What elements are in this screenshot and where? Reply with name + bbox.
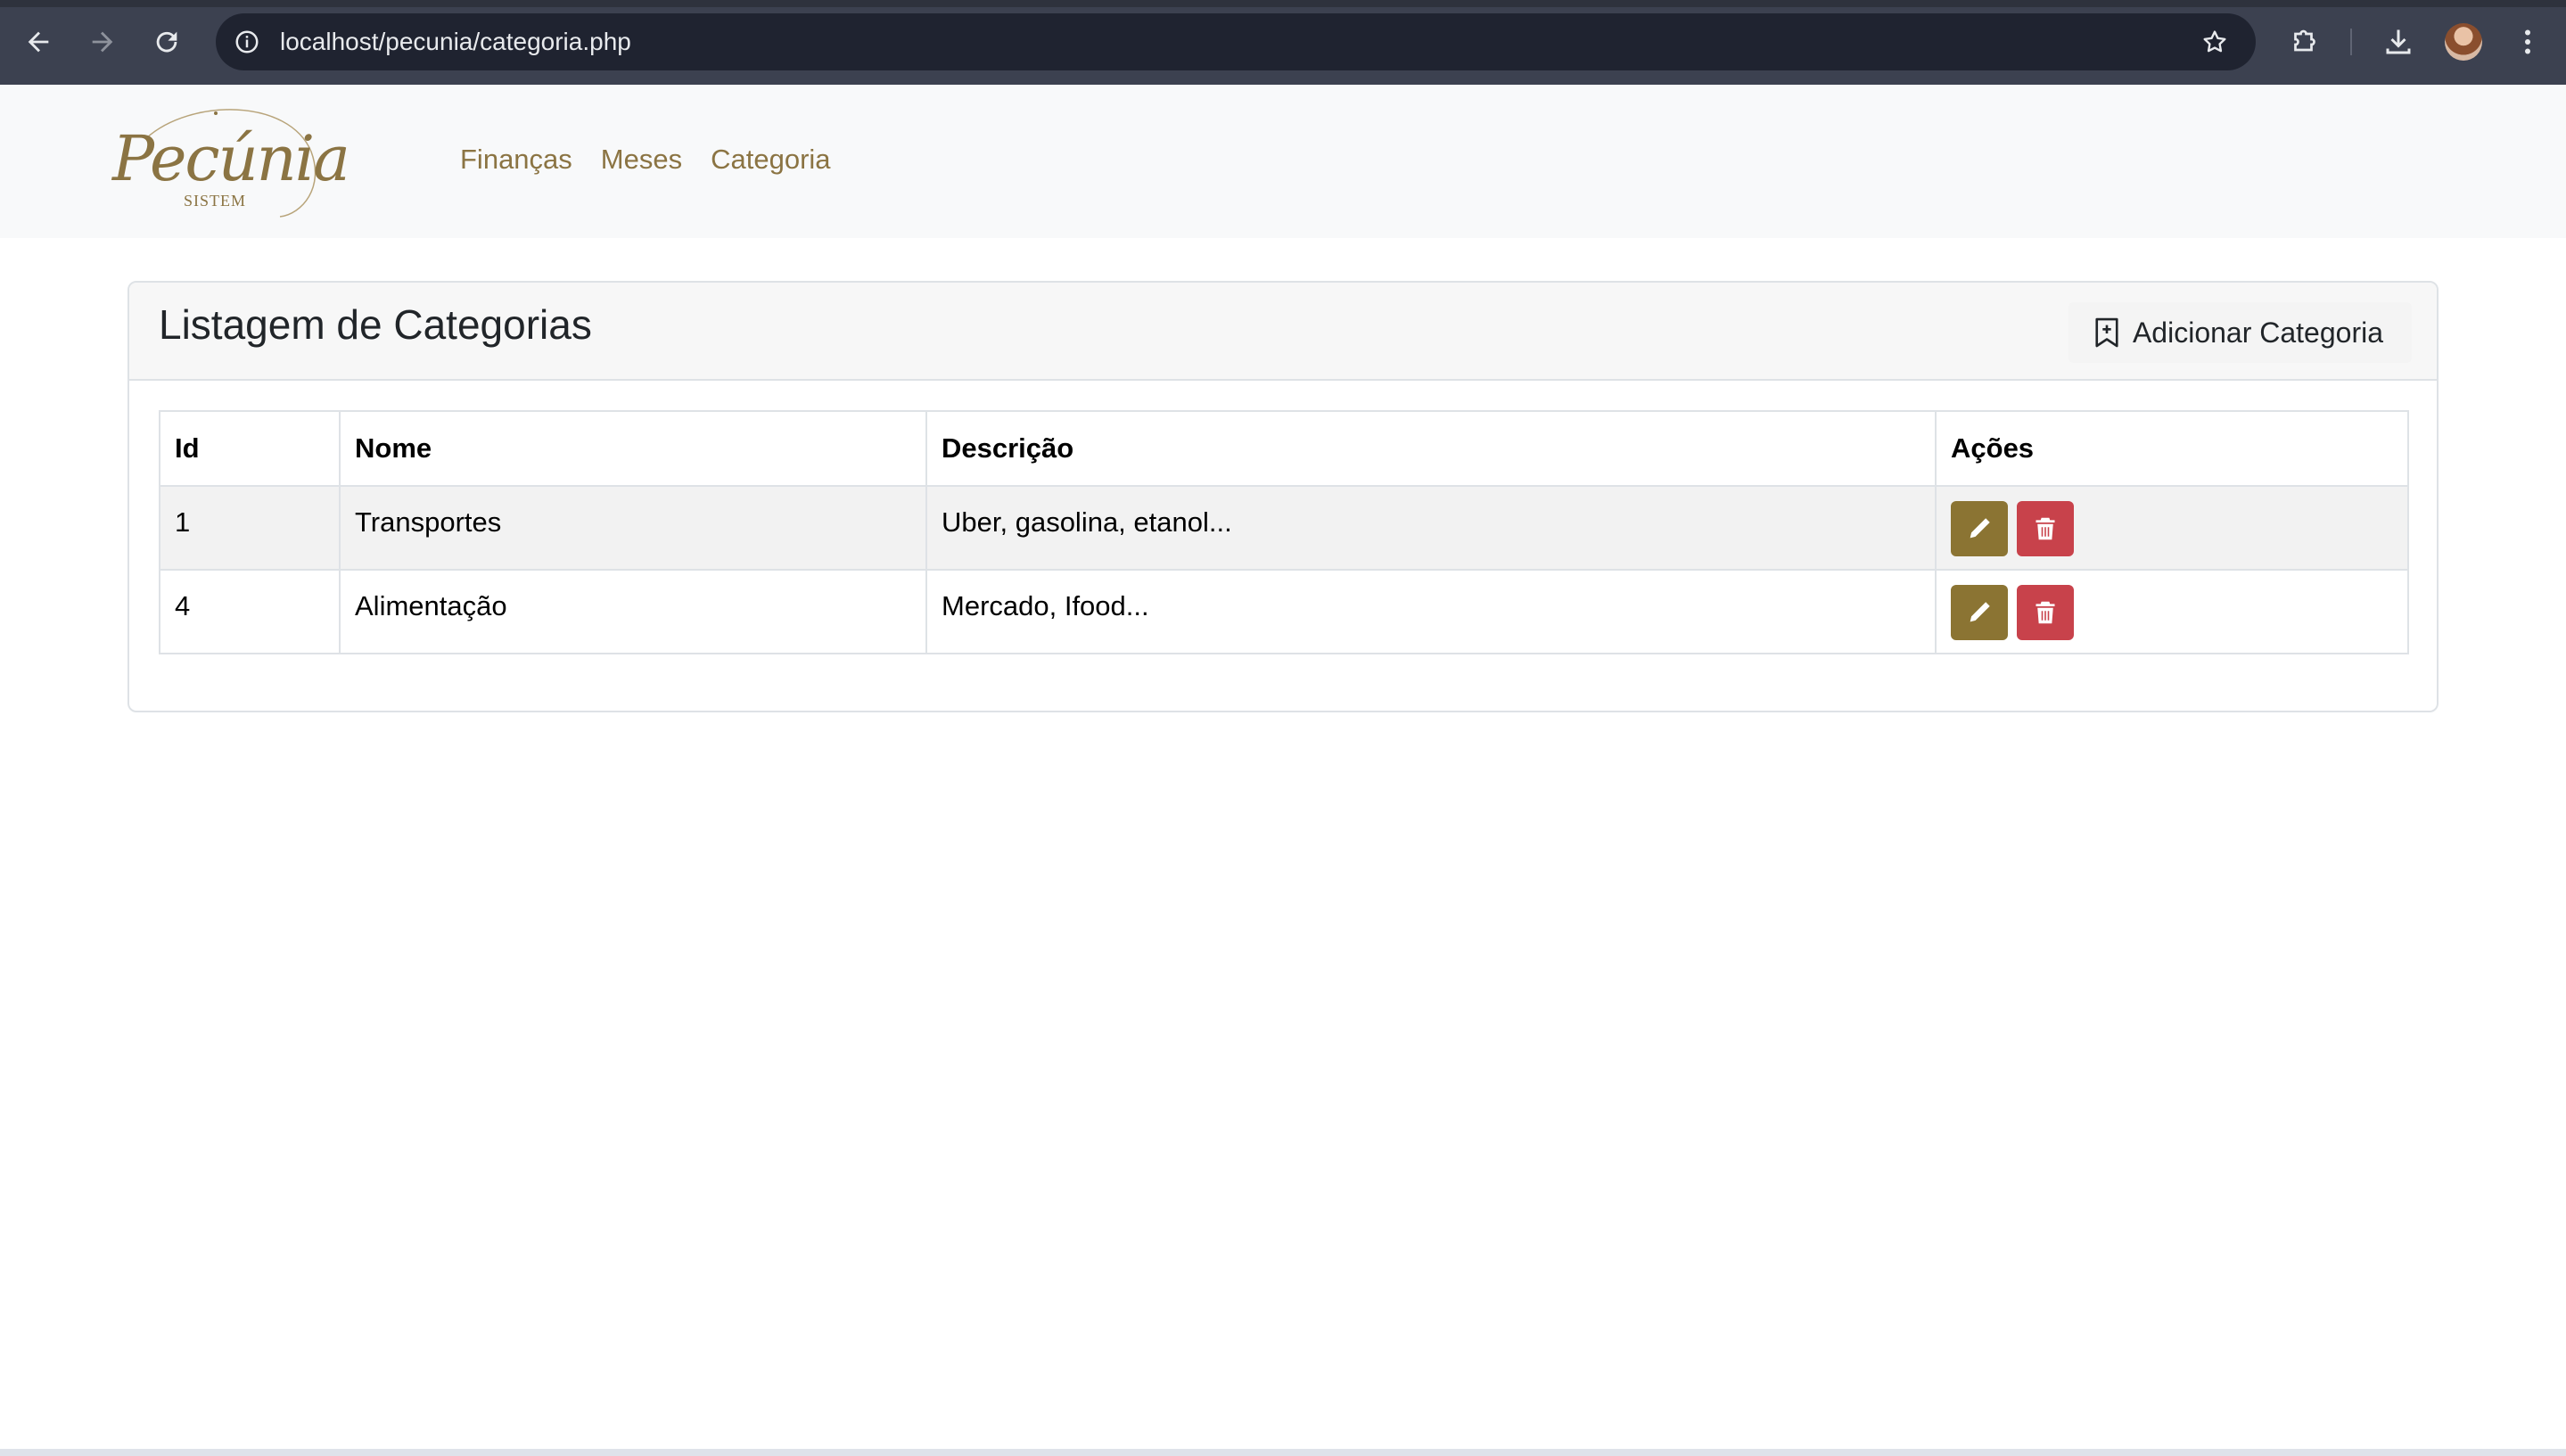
logo-wordmark: Pecúnia — [112, 122, 350, 195]
cell-descricao: Uber, gasolina, etanol... — [925, 485, 1937, 571]
reload-icon — [156, 31, 177, 53]
categories-table: Id Nome Descrição Ações 1 Transportes Ub… — [159, 410, 2409, 654]
reload-button[interactable] — [144, 20, 189, 64]
download-button[interactable] — [2376, 20, 2421, 64]
cell-id: 1 — [159, 485, 341, 571]
nav-link-categoria[interactable]: Categoria — [711, 144, 830, 176]
table-row: 1 Transportes Uber, gasolina, etanol... — [159, 485, 2409, 571]
toolbar-divider — [2350, 29, 2352, 55]
edit-button[interactable] — [1951, 501, 2008, 556]
address-bar[interactable]: localhost/pecunia/categoria.php — [216, 13, 2256, 70]
cell-acoes — [1935, 569, 2409, 654]
column-header-id: Id — [159, 410, 341, 487]
nav-link-financas[interactable]: Finanças — [460, 144, 572, 176]
app-navbar: Pecúnia SISTEM Finanças Meses Categoria — [0, 85, 2566, 238]
delete-button[interactable] — [2017, 585, 2074, 640]
extensions-icon — [2294, 29, 2315, 52]
main-nav: Finanças Meses Categoria — [460, 144, 831, 176]
bookmark-button[interactable] — [2195, 22, 2234, 62]
site-info-icon — [235, 30, 259, 53]
page-title: Listagem de Categorias — [159, 301, 592, 348]
edit-button[interactable] — [1951, 585, 2008, 640]
bookmark-plus-icon — [2095, 317, 2118, 348]
site-info-button[interactable] — [225, 20, 269, 64]
star-icon — [2203, 30, 2226, 53]
add-category-button[interactable]: Adicionar Categoria — [2068, 302, 2412, 363]
trash-icon — [2036, 601, 2055, 624]
card-header: Listagem de Categorias Adicionar Categor… — [129, 283, 2437, 381]
delete-button[interactable] — [2017, 501, 2074, 556]
browser-menu-button[interactable] — [2505, 20, 2550, 64]
cell-id: 4 — [159, 569, 341, 654]
kebab-menu-icon — [2525, 29, 2530, 54]
add-category-label: Adicionar Categoria — [2132, 316, 2383, 349]
nav-link-meses[interactable]: Meses — [601, 144, 682, 176]
back-button[interactable] — [16, 20, 61, 64]
column-header-nome: Nome — [339, 410, 927, 487]
pencil-icon — [1970, 602, 1990, 622]
pecunia-logo[interactable]: Pecúnia SISTEM — [111, 103, 350, 218]
back-arrow-icon — [28, 31, 49, 53]
url-text[interactable]: localhost/pecunia/categoria.php — [280, 13, 631, 70]
categories-card: Listagem de Categorias Adicionar Categor… — [127, 281, 2439, 712]
column-header-acoes: Ações — [1935, 410, 2409, 487]
logo-subtitle: SISTEM — [184, 192, 247, 210]
trash-icon — [2036, 517, 2055, 540]
avatar[interactable] — [2445, 23, 2482, 61]
cell-descricao: Mercado, Ifood... — [925, 569, 1937, 654]
window-bottom-edge — [0, 1449, 2566, 1456]
tab-strip — [0, 0, 2566, 7]
forward-arrow-icon — [92, 31, 113, 53]
forward-button[interactable] — [80, 20, 125, 64]
column-header-descricao: Descrição — [925, 410, 1937, 487]
cell-nome: Transportes — [339, 485, 927, 571]
pencil-icon — [1970, 518, 1990, 539]
table-header-row: Id Nome Descrição Ações — [159, 410, 2409, 487]
cell-nome: Alimentação — [339, 569, 927, 654]
table-row: 4 Alimentação Mercado, Ifood... — [159, 569, 2409, 654]
cell-acoes — [1935, 485, 2409, 571]
extensions-button[interactable] — [2282, 20, 2327, 64]
download-icon — [2386, 29, 2411, 54]
browser-toolbar: localhost/pecunia/categoria.php — [0, 0, 2566, 85]
